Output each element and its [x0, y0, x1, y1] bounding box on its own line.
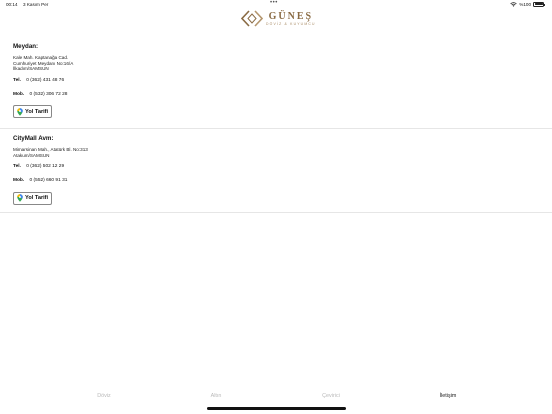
tab-bar: Döviz Altın Çevirici İletişim — [0, 392, 552, 404]
status-date: 3 Kasım Per — [23, 2, 49, 7]
directions-label: Yol Tarifi — [25, 195, 49, 202]
brand-logo: GÜNEŞ DÖVİZ & KUYUMCU — [241, 10, 316, 27]
mob-number[interactable]: 0 (552) 660 91 31 — [30, 178, 68, 183]
app-header: GÜNEŞ DÖVİZ & KUYUMCU — [0, 9, 552, 31]
battery-percent: %100 — [519, 1, 531, 7]
branch-card-meydan: Meydan: Kale Mah. Kaptanağa Cad. Cumhuri… — [0, 39, 552, 129]
mob-row[interactable]: Mob. 0 (552) 660 91 31 — [13, 178, 539, 183]
tab-altin[interactable]: Altın — [211, 393, 222, 399]
branch-address: Mimarsinan Mah., Atatürk Bl. No:313 Atak… — [13, 147, 539, 158]
mob-label: Mob. — [13, 91, 25, 97]
tab-iletisim[interactable]: İletişim — [440, 393, 457, 399]
tab-doviz[interactable]: Döviz — [97, 393, 110, 399]
tel-row[interactable]: Tel. 0 (362) 431 48 76 — [13, 78, 539, 83]
tel-row[interactable]: Tel. 0 (362) 502 12 29 — [13, 164, 539, 169]
address-line: İlkadım/SAMSUN — [13, 66, 49, 72]
tel-number[interactable]: 0 (362) 431 48 76 — [26, 78, 64, 83]
tel-label: Tel. — [13, 77, 21, 83]
directions-button[interactable]: Yol Tarifi — [13, 105, 53, 119]
branch-address: Kale Mah. Kaptanağa Cad. Cumhuriyet Meyd… — [13, 55, 539, 72]
status-time: 00:14 — [6, 2, 18, 7]
map-pin-icon — [17, 108, 23, 116]
wifi-icon — [510, 1, 517, 7]
logo-title: GÜNEŞ — [268, 10, 314, 22]
status-bar: 00:14 3 Kasım Per ••• %100 — [0, 0, 552, 9]
map-pin-icon — [17, 194, 23, 202]
multitask-dots[interactable]: ••• — [270, 0, 278, 6]
branch-name: Meydan: — [13, 43, 39, 50]
status-right: %100 — [510, 1, 545, 7]
tel-label: Tel. — [13, 164, 21, 170]
branch-name: CityMall Avm: — [13, 135, 54, 142]
address-line: Atakum/SAMSUN — [13, 152, 50, 158]
battery-icon — [533, 1, 545, 7]
directions-button[interactable]: Yol Tarifi — [13, 191, 53, 205]
branch-card-citymall: CityMall Avm: Mimarsinan Mah., Atatürk B… — [0, 129, 552, 213]
mob-label: Mob. — [13, 178, 25, 184]
logo-subtitle: DÖVİZ & KUYUMCU — [266, 21, 316, 26]
diamond-logo-icon — [241, 10, 263, 27]
mob-number[interactable]: 0 (532) 306 72 28 — [30, 92, 68, 97]
home-indicator[interactable] — [207, 407, 346, 410]
tab-cevirici[interactable]: Çevirici — [322, 393, 340, 399]
contact-list: Meydan: Kale Mah. Kaptanağa Cad. Cumhuri… — [0, 39, 552, 213]
tel-number[interactable]: 0 (362) 502 12 29 — [26, 164, 64, 169]
directions-label: Yol Tarifi — [25, 108, 49, 115]
mob-row[interactable]: Mob. 0 (532) 306 72 28 — [13, 92, 539, 97]
